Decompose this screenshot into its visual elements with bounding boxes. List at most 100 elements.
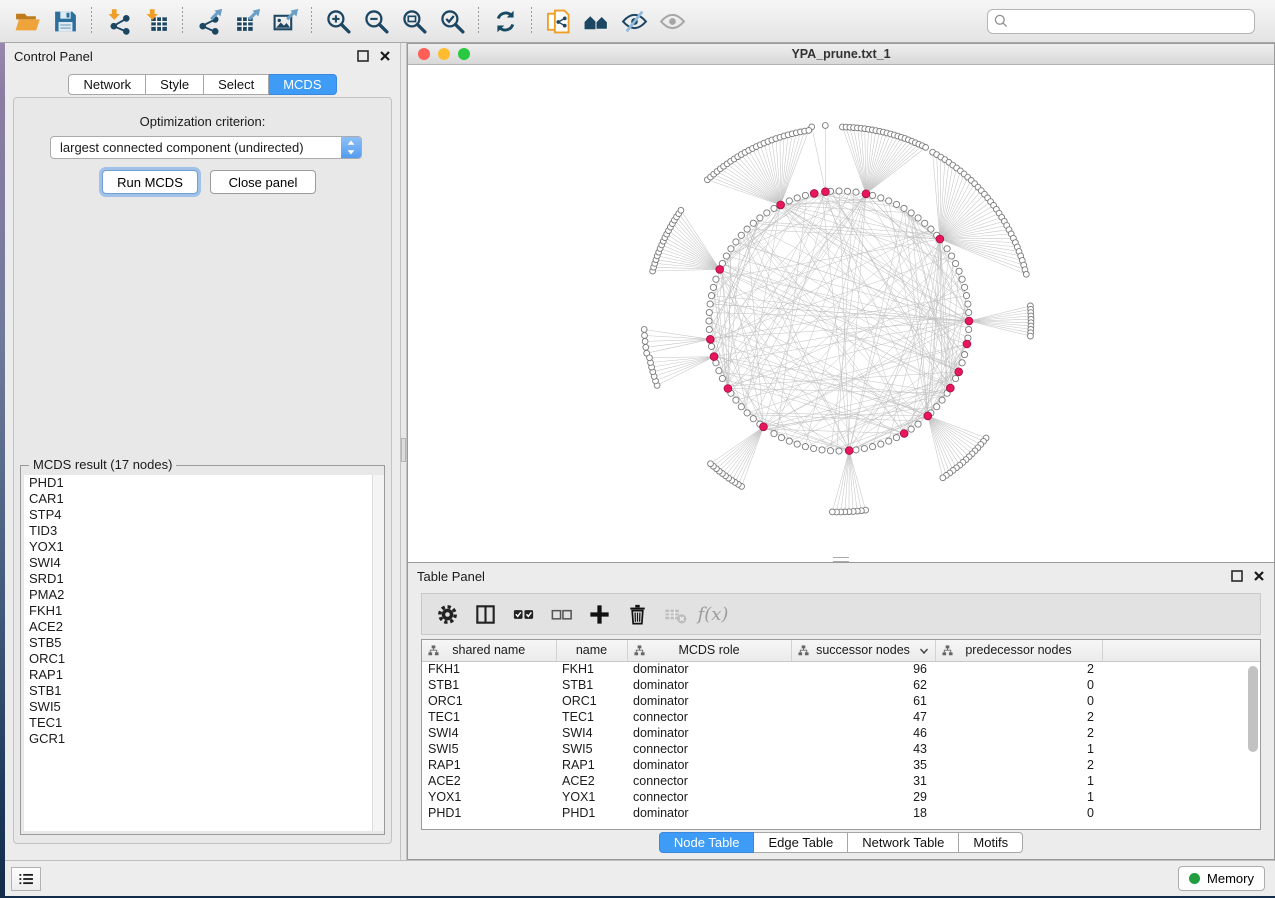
column-header-predecessor-nodes[interactable]: predecessor nodes xyxy=(935,640,1102,661)
node-table-box: shared name nameMCDS rolesuccessor nodes p… xyxy=(421,639,1261,830)
panel-splitter[interactable] xyxy=(400,43,407,860)
criterion-value: largest connected component (undirected) xyxy=(60,140,304,155)
table-row[interactable]: ACE2ACE2connector311 xyxy=(422,773,1261,789)
graph-leaf-nodes[interactable] xyxy=(641,123,1034,515)
column-header-successor-nodes[interactable]: successor nodes xyxy=(791,640,935,661)
table-row[interactable]: SWI5SWI5connector431 xyxy=(422,741,1261,757)
column-label: shared name xyxy=(452,643,525,657)
table-row[interactable]: STB1STB1dominator620 xyxy=(422,677,1261,693)
close-panel-icon[interactable] xyxy=(378,50,391,63)
refresh-network-icon xyxy=(492,8,519,35)
cell-shared-name: YOX1 xyxy=(422,789,556,805)
splitter-handle[interactable] xyxy=(401,438,406,462)
mcds-node-item[interactable]: SWI4 xyxy=(24,555,381,571)
close-panel-button[interactable]: Close panel xyxy=(210,170,316,194)
table-row[interactable]: TEC1TEC1connector472 xyxy=(422,709,1261,725)
mcds-node-item[interactable]: TID3 xyxy=(24,523,381,539)
sort-desc-icon xyxy=(919,647,929,655)
table-row[interactable]: ORC1ORC1dominator610 xyxy=(422,693,1261,709)
memory-button[interactable]: Memory xyxy=(1178,866,1265,891)
deselect-all-rows-button[interactable] xyxy=(542,596,580,632)
save-session-button[interactable] xyxy=(46,3,84,39)
close-table-panel-icon[interactable] xyxy=(1252,570,1265,583)
first-neighbors-button[interactable] xyxy=(577,3,615,39)
table-scrollbar-thumb[interactable] xyxy=(1248,666,1258,752)
clone-network-button[interactable] xyxy=(539,3,577,39)
close-window-light[interactable] xyxy=(418,48,430,60)
tab-network[interactable]: Network xyxy=(68,74,146,95)
task-history-button[interactable] xyxy=(11,867,41,891)
mcds-node-item[interactable]: STP4 xyxy=(24,507,381,523)
table-row[interactable]: PHD1PHD1dominator180 xyxy=(422,805,1261,821)
mcds-node-item[interactable]: ORC1 xyxy=(24,651,381,667)
column-header-shared-name[interactable]: shared name xyxy=(422,640,556,661)
mcds-node-item[interactable]: SWI5 xyxy=(24,699,381,715)
function-builder-button[interactable]: f(x) xyxy=(694,596,732,632)
zoom-selected-button[interactable] xyxy=(433,3,471,39)
maximize-window-light[interactable] xyxy=(458,48,470,60)
criterion-dropdown[interactable]: largest connected component (undirected) xyxy=(50,136,362,159)
mcds-node-item[interactable]: ACE2 xyxy=(24,619,381,635)
open-session-button[interactable] xyxy=(8,3,46,39)
table-tab-node-table[interactable]: Node Table xyxy=(659,832,755,853)
mcds-node-item[interactable]: YOX1 xyxy=(24,539,381,555)
function-builder-icon: f(x) xyxy=(698,604,729,625)
table-row[interactable]: FKH1FKH1dominator962 xyxy=(422,661,1261,677)
cell-mcds-role: dominator xyxy=(627,661,791,677)
table-row[interactable]: YOX1YOX1connector291 xyxy=(422,789,1261,805)
zoom-out-button[interactable] xyxy=(357,3,395,39)
mcds-node-item[interactable]: FKH1 xyxy=(24,603,381,619)
zoom-in-button[interactable] xyxy=(319,3,357,39)
network-canvas[interactable] xyxy=(408,65,1274,562)
table-row[interactable]: RAP1RAP1dominator352 xyxy=(422,757,1261,773)
select-all-rows-button[interactable] xyxy=(504,596,542,632)
add-column-button[interactable] xyxy=(580,596,618,632)
network-resize-handle[interactable] xyxy=(833,557,849,562)
mcds-node-item[interactable]: TEC1 xyxy=(24,715,381,731)
settings-gear-button[interactable] xyxy=(428,596,466,632)
float-panel-icon[interactable] xyxy=(356,50,369,63)
table-tab-network-table[interactable]: Network Table xyxy=(848,832,959,853)
mcds-list-scrollbar[interactable] xyxy=(372,475,384,831)
search-input[interactable] xyxy=(987,9,1255,34)
mcds-node-item[interactable]: PHD1 xyxy=(24,475,381,491)
zoom-fit-button[interactable] xyxy=(395,3,433,39)
mcds-result-list[interactable]: PHD1CAR1STP4TID3YOX1SWI4SRD1PMA2FKH1ACE2… xyxy=(24,475,381,831)
column-header-mcds-role[interactable]: MCDS role xyxy=(627,640,791,661)
cell-name: STB1 xyxy=(556,677,627,693)
run-mcds-button[interactable]: Run MCDS xyxy=(102,170,198,194)
export-network-button[interactable] xyxy=(190,3,228,39)
minimize-window-light[interactable] xyxy=(438,48,450,60)
toolbar-separator xyxy=(91,7,92,35)
tab-select[interactable]: Select xyxy=(204,74,269,95)
mcds-node-item[interactable]: STB1 xyxy=(24,683,381,699)
cell-name: YOX1 xyxy=(556,789,627,805)
mcds-node-item[interactable]: GCR1 xyxy=(24,731,381,747)
table-row[interactable]: SWI4SWI4dominator462 xyxy=(422,725,1261,741)
tab-mcds[interactable]: MCDS xyxy=(269,74,336,95)
import-network-button[interactable] xyxy=(99,3,137,39)
mcds-node-item[interactable]: PMA2 xyxy=(24,587,381,603)
toggle-columns-button[interactable] xyxy=(466,596,504,632)
show-all-button[interactable] xyxy=(653,3,691,39)
mcds-node-item[interactable]: CAR1 xyxy=(24,491,381,507)
column-header-name[interactable]: name xyxy=(556,640,627,661)
import-table-button[interactable] xyxy=(137,3,175,39)
delete-selected-rows-button[interactable] xyxy=(618,596,656,632)
network-window: YPA_prune.txt_1 xyxy=(407,43,1275,563)
mcds-node-item[interactable]: RAP1 xyxy=(24,667,381,683)
mcds-node-item[interactable]: SRD1 xyxy=(24,571,381,587)
table-tab-motifs[interactable]: Motifs xyxy=(959,832,1023,853)
export-image-button[interactable] xyxy=(266,3,304,39)
main-toolbar xyxy=(0,0,1275,43)
mcds-node-item[interactable]: STB5 xyxy=(24,635,381,651)
tab-style[interactable]: Style xyxy=(146,74,204,95)
hide-selected-button[interactable] xyxy=(615,3,653,39)
refresh-network-button[interactable] xyxy=(486,3,524,39)
column-label: predecessor nodes xyxy=(965,643,1071,657)
export-table-button[interactable] xyxy=(228,3,266,39)
float-table-panel-icon[interactable] xyxy=(1230,570,1243,583)
delete-table-button[interactable] xyxy=(656,596,694,632)
table-tab-edge-table[interactable]: Edge Table xyxy=(754,832,848,853)
cell-mcds-role: dominator xyxy=(627,677,791,693)
